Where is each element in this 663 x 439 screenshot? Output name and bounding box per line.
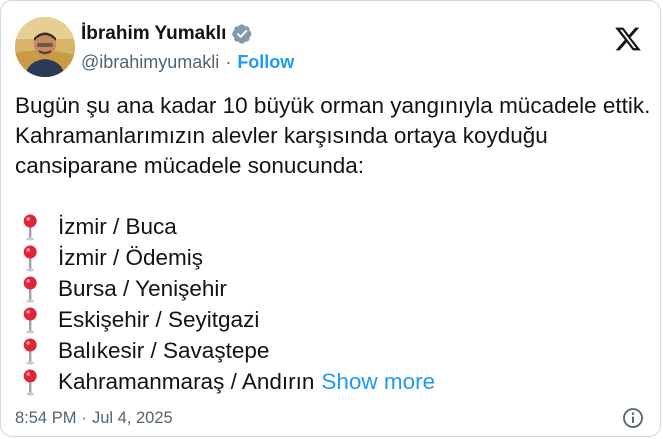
list-item: Bursa / Yenişehir (15, 273, 655, 304)
author-handle[interactable]: @ibrahimyumakli (81, 51, 219, 73)
author-info: İbrahim Yumaklı @ibrahimyumakli · Follow (81, 21, 294, 73)
post-time[interactable]: 8:54 PM (15, 409, 76, 428)
post-date[interactable]: Jul 4, 2025 (92, 409, 173, 428)
location-label: Balıkesir / Savaştepe (58, 337, 270, 363)
location-label: İzmir / Ödemiş (58, 244, 204, 270)
location-label: İzmir / Buca (58, 213, 177, 239)
tweet-header: İbrahim Yumaklı @ibrahimyumakli · Follow (15, 17, 646, 81)
handle-separator: · (225, 52, 232, 72)
list-item: İzmir / Buca (15, 211, 655, 242)
verified-badge-icon (231, 23, 253, 45)
list-item: Kahramanmaraş / Andırın Show more (15, 366, 655, 397)
round-pushpin-icon (17, 368, 43, 396)
location-list: İzmir / Buca İzmir / Ödemiş Bursa / Yeni… (15, 211, 655, 397)
round-pushpin-icon (17, 306, 43, 334)
tweet-intro: Bugün şu ana kadar 10 büyük orman yangın… (15, 93, 651, 178)
avatar[interactable] (15, 17, 75, 77)
x-logo-icon[interactable] (614, 25, 642, 53)
footer-separator: · (81, 408, 87, 427)
tweet-card[interactable]: İbrahim Yumaklı @ibrahimyumakli · Follow (0, 0, 661, 437)
list-item: Eskişehir / Seyitgazi (15, 304, 655, 335)
location-label: Bursa / Yenişehir (58, 275, 227, 301)
round-pushpin-icon (17, 244, 43, 272)
author-display-name[interactable]: İbrahim Yumaklı (81, 21, 226, 47)
location-label: Kahramanmaraş / Andırın (58, 368, 315, 394)
round-pushpin-icon (17, 275, 43, 303)
round-pushpin-icon (17, 213, 43, 241)
round-pushpin-icon (17, 337, 43, 365)
tweet-text: Bugün şu ana kadar 10 büyük orman yangın… (15, 91, 655, 397)
list-item: İzmir / Ödemiş (15, 242, 655, 273)
show-more-link[interactable]: Show more (321, 367, 435, 397)
location-label: Eskişehir / Seyitgazi (58, 306, 260, 332)
list-item: Balıkesir / Savaştepe (15, 335, 655, 366)
tweet-footer: 8:54 PM · Jul 4, 2025 (15, 406, 646, 430)
follow-button[interactable]: Follow (237, 51, 294, 73)
info-icon[interactable] (622, 407, 644, 429)
